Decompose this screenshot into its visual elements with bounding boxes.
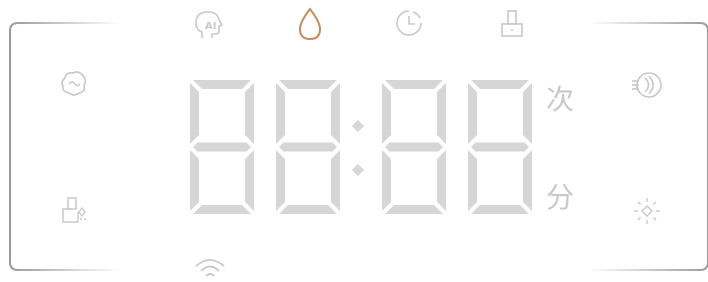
segment-b [331, 83, 340, 144]
segment-b [437, 83, 446, 144]
segment-d [385, 205, 443, 214]
segment-c [245, 150, 254, 211]
segment-g [193, 142, 251, 152]
segment-a [385, 80, 443, 89]
segment-g [279, 142, 337, 152]
segment-c [331, 150, 340, 211]
segment-a [279, 80, 337, 89]
colon-dot [352, 164, 364, 176]
segment-e [382, 150, 391, 211]
segment-f [382, 83, 391, 144]
segment-f [190, 83, 199, 144]
segment-e [190, 150, 199, 211]
segment-d [279, 205, 337, 214]
segment-a [471, 80, 529, 89]
seven-segment-display [190, 80, 532, 214]
segment-f [468, 83, 477, 144]
count-unit-label: 次 [546, 83, 575, 116]
segment-e [468, 150, 477, 211]
segment-e [276, 150, 285, 211]
segment-f [276, 83, 285, 144]
minute-unit-label: 分 [546, 181, 575, 214]
segment-c [437, 150, 446, 211]
segment-d [471, 205, 529, 214]
segment-d [193, 205, 251, 214]
segment-c [523, 150, 532, 211]
segment-a [193, 80, 251, 89]
segment-g [385, 142, 443, 152]
segment-g [471, 142, 529, 152]
segment-b [245, 83, 254, 144]
segment-b [523, 83, 532, 144]
colon-dot [352, 120, 364, 132]
